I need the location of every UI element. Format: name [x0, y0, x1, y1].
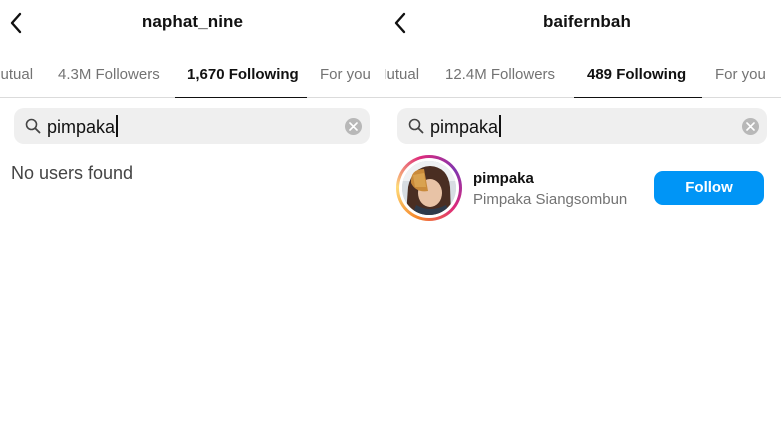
result-full-name: Pimpaka Siangsombun: [473, 191, 628, 208]
right-following-panel: baifernbah Mutual 12.4M Followers 489 Fo…: [385, 0, 781, 444]
search-icon: [25, 118, 41, 139]
story-ring[interactable]: [396, 155, 462, 221]
tab-following[interactable]: 489 Following: [587, 66, 686, 83]
empty-results-message: No users found: [11, 163, 134, 183]
search-icon: [408, 118, 424, 139]
tab-bar: Mutual 12.4M Followers 489 Following For…: [385, 58, 781, 98]
search-bar[interactable]: pimpaka: [14, 108, 370, 144]
profile-username-title: naphat_nine: [141, 12, 244, 31]
tab-for-you[interactable]: For you: [320, 66, 371, 83]
active-tab-indicator: [574, 96, 702, 98]
clear-icon[interactable]: [742, 118, 759, 135]
user-result-row[interactable]: pimpaka Pimpaka Siangsombun Follow: [385, 155, 781, 221]
active-tab-indicator: [175, 96, 307, 98]
tab-following[interactable]: 1,670 Following: [187, 66, 299, 83]
tab-for-you[interactable]: For you: [715, 66, 766, 83]
follow-button[interactable]: Follow: [654, 171, 764, 205]
search-input[interactable]: pimpaka: [430, 115, 501, 138]
search-bar[interactable]: pimpaka: [397, 108, 767, 144]
header: baifernbah: [385, 0, 781, 46]
profile-username-title: baifernbah: [543, 12, 631, 31]
header: naphat_nine: [0, 0, 385, 46]
tab-followers[interactable]: 12.4M Followers: [445, 66, 555, 83]
profile-photo: [402, 161, 456, 215]
result-username[interactable]: pimpaka: [473, 170, 534, 187]
search-input[interactable]: pimpaka: [47, 115, 118, 138]
tab-bar: Mutual 4.3M Followers 1,670 Following Fo…: [0, 58, 385, 98]
text-cursor: [499, 115, 501, 137]
avatar: [402, 161, 456, 215]
clear-icon[interactable]: [345, 118, 362, 135]
text-cursor: [116, 115, 118, 137]
tab-mutual[interactable]: Mutual: [0, 66, 33, 83]
tab-mutual[interactable]: Mutual: [385, 66, 419, 83]
tab-followers[interactable]: 4.3M Followers: [58, 66, 160, 83]
left-following-panel: naphat_nine Mutual 4.3M Followers 1,670 …: [0, 0, 385, 444]
